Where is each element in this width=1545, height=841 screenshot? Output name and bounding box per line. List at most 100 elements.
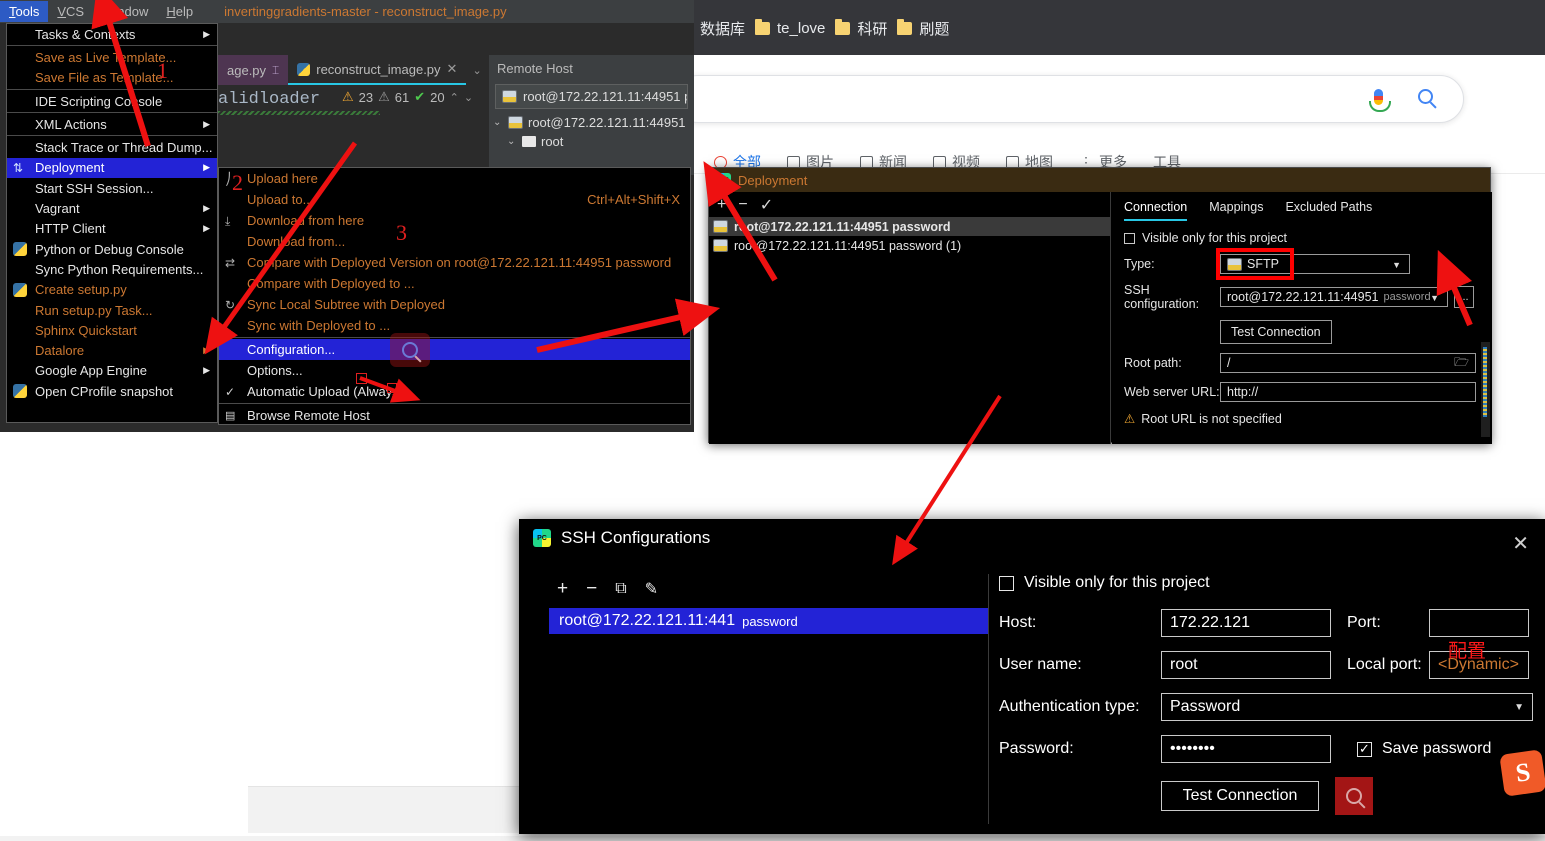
menu-item-sphinx-quickstart[interactable]: Sphinx Quickstart (7, 320, 217, 340)
menu-item-google-app-engine[interactable]: Google App Engine ▶ (7, 361, 217, 381)
test-connection-button[interactable]: Test Connection (1220, 320, 1332, 344)
menu-vcs[interactable]: VCS (48, 1, 93, 22)
menu-item-save-file-as-template[interactable]: Save File as Template... (7, 68, 217, 88)
menu-item-browse-remote-host[interactable]: ▤ Browse Remote Host (219, 405, 690, 426)
menu-item-sync-local-subtree[interactable]: ↻ Sync Local Subtree with Deployed (219, 294, 690, 315)
menu-help[interactable]: Help (157, 1, 202, 22)
inspection-scrollbar[interactable] (1481, 342, 1490, 437)
copy-config-icon[interactable]: ⧉ (615, 580, 626, 598)
menu-item-label: Compare with Deployed to ... (247, 276, 415, 291)
menu-item-ide-scripting-console[interactable]: IDE Scripting Console (7, 91, 217, 111)
root-path-value: / (1227, 356, 1231, 370)
menu-item-start-ssh-session[interactable]: Start SSH Session... (7, 178, 217, 198)
server-list-item[interactable]: root@172.22.121.11:44951 password (1) (709, 236, 1110, 255)
tab-connection[interactable]: Connection (1124, 200, 1188, 221)
chevron-down-icon[interactable]: ⌄ (464, 91, 473, 104)
menu-item-label: Upload to... (247, 192, 314, 207)
menu-item-open-cprofile-snapshot[interactable]: Open CProfile snapshot (7, 381, 217, 401)
menu-item-datalore[interactable]: Datalore ▶ (7, 340, 217, 360)
root-path-input[interactable]: / 🗁 (1220, 353, 1476, 373)
menu-item-sync-with-deployed-to[interactable]: Sync with Deployed to ... (219, 315, 690, 336)
menu-item-run-setup-py-task[interactable]: Run setup.py Task... (7, 300, 217, 320)
menu-item-compare-with-deployed-version[interactable]: ⇄ Compare with Deployed Version on root@… (219, 252, 690, 273)
ssh-host-input[interactable]: 172.22.121 (1161, 609, 1331, 637)
chevron-down-icon[interactable]: ▼ (1430, 293, 1439, 303)
menu-item-create-setup-py[interactable]: Create setup.py (7, 280, 217, 300)
bookmark-item[interactable]: 刷题 (897, 18, 949, 39)
ssh-configuration-browse-button[interactable]: ... (1454, 286, 1474, 308)
browse-folder-icon[interactable]: 🗁 (1454, 353, 1469, 374)
search-icon[interactable] (1418, 89, 1433, 104)
menu-item-upload-to[interactable]: Upload to... Ctrl+Alt+Shift+X (219, 189, 690, 210)
menu-item-sync-python-requirements[interactable]: Sync Python Requirements... (7, 259, 217, 279)
ssh-password-input[interactable]: •••••••• (1161, 735, 1331, 763)
menu-tools[interactable]: Tools (0, 1, 49, 22)
edit-config-icon[interactable]: ✎ (645, 579, 658, 599)
add-config-button[interactable]: + (557, 578, 568, 600)
ssh-configuration-combo[interactable]: root@172.22.121.11:44951 password ▼ (1220, 287, 1448, 307)
tree-node-root[interactable]: ⌄ root (489, 132, 694, 151)
inspection-widget[interactable]: ⚠ 23 ⚠ 61 ✔ 20 ⌃ ⌄ (342, 89, 473, 105)
ssh-test-connection-button[interactable]: Test Connection (1161, 781, 1319, 811)
search-highlight-button[interactable] (1335, 777, 1373, 815)
ssh-config-list-pane: + − ⧉ ✎ root@172.22.121.11:44 1 password (549, 574, 989, 824)
tree-node-server[interactable]: ⌄ root@172.22.121.11:44951 (489, 113, 694, 132)
chevron-down-icon[interactable]: ▼ (1514, 702, 1524, 713)
remote-host-combo[interactable]: root@172.22.121.11:44951 pa (495, 84, 688, 109)
menu-item-upload-here[interactable]: ⎠ Upload here (219, 168, 690, 189)
editor-tab-inactive[interactable]: age.py ⌶ (218, 55, 289, 85)
menu-item-deployment[interactable]: ⇅ Deployment ▶ (7, 157, 217, 179)
visible-only-row[interactable]: Visible only for this project (1124, 231, 1480, 245)
server-list-item[interactable]: root@172.22.121.11:44951 password (709, 217, 1110, 236)
editor-tab-active[interactable]: reconstruct_image.py ✕ (288, 55, 467, 85)
visible-only-checkbox[interactable] (1124, 232, 1135, 244)
tab-excluded-paths[interactable]: Excluded Paths (1285, 200, 1372, 221)
remove-server-button[interactable]: − (738, 196, 747, 214)
search-input[interactable] (674, 75, 1464, 123)
menu-item-python-debug-console[interactable]: Python or Debug Console (7, 239, 217, 259)
menu-item-label: Open CProfile snapshot (35, 383, 174, 399)
menu-item-vagrant[interactable]: Vagrant ▶ (7, 198, 217, 218)
menu-item-download-from-here[interactable]: ⤓ Download from here (219, 210, 690, 231)
menu-item-download-from[interactable]: Download from... (219, 231, 690, 252)
bookmark-item[interactable]: 科研 (835, 18, 887, 39)
menu-item-stack-trace[interactable]: Stack Trace or Thread Dump... (7, 137, 217, 157)
chevron-down-icon[interactable]: ⌄ (493, 117, 503, 128)
tree-node-label: root@172.22.121.11:44951 (528, 115, 686, 130)
ssh-config-list-item[interactable]: root@172.22.121.11:44 1 password (549, 608, 988, 634)
remove-config-button[interactable]: − (586, 578, 597, 600)
ssh-configuration-suffix: password (1383, 291, 1431, 303)
chevron-right-icon: ▶ (203, 28, 210, 39)
save-password-checkbox[interactable]: ✓ (1357, 741, 1372, 757)
menu-item-xml-actions[interactable]: XML Actions ▶ (7, 114, 217, 134)
menu-item-configuration[interactable]: Configuration... (219, 339, 690, 360)
ssh-username-input[interactable]: root (1161, 651, 1331, 679)
set-default-button[interactable]: ✓ (760, 195, 773, 215)
close-icon[interactable]: ✕ (1512, 531, 1529, 556)
ssh-visible-only-row[interactable]: Visible only for this project (999, 574, 1544, 592)
chevron-down-icon[interactable]: ⌄ (507, 136, 517, 147)
bookmark-item[interactable]: 数据库 (700, 18, 745, 39)
ssh-host-label: Host: (999, 614, 1037, 631)
pin-icon[interactable]: ⌶ (272, 63, 279, 78)
bookmark-label: te_love (777, 19, 826, 37)
add-server-button[interactable]: + (717, 196, 726, 214)
menu-item-compare-with-deployed-to[interactable]: Compare with Deployed to ... (219, 273, 690, 294)
menu-item-options[interactable]: Options... (219, 360, 690, 381)
close-icon[interactable]: ✕ (447, 61, 458, 77)
menu-item-automatic-upload[interactable]: ✓ Automatic Upload (Always) (219, 381, 690, 402)
menu-item-http-client[interactable]: HTTP Client ▶ (7, 219, 217, 239)
ssh-port-input[interactable] (1429, 609, 1529, 637)
tab-mappings[interactable]: Mappings (1209, 200, 1263, 221)
menu-item-tasks-contexts[interactable]: Tasks & Contexts ▶ (7, 24, 217, 44)
microphone-icon[interactable] (1369, 89, 1391, 112)
ssh-visible-only-checkbox[interactable] (999, 575, 1014, 591)
chevron-down-icon[interactable]: ▼ (1392, 260, 1401, 270)
ssh-auth-type-combo[interactable]: Password ▼ (1161, 693, 1533, 721)
bookmark-item[interactable]: te_love (755, 18, 826, 37)
chevron-up-icon[interactable]: ⌃ (450, 91, 459, 104)
chevron-down-icon[interactable]: ⌄ (472, 64, 481, 77)
menu-item-save-live-template[interactable]: Save as Live Template... (7, 47, 217, 67)
web-server-url-input[interactable]: http:// (1220, 382, 1476, 402)
menu-window[interactable]: Window (93, 1, 157, 22)
